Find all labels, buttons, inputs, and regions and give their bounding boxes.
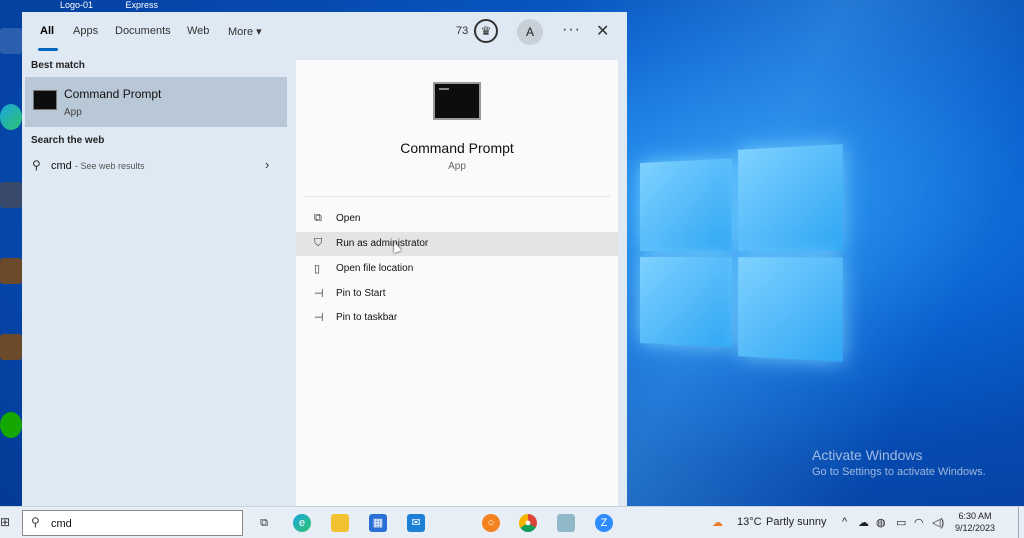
action-pin-to-taskbar[interactable]: ⊣ Pin to taskbar bbox=[296, 306, 618, 330]
tab-more[interactable]: More ▾ bbox=[228, 25, 262, 38]
activate-windows-watermark: Activate Windows Go to Settings to activ… bbox=[812, 447, 986, 478]
battery-icon[interactable]: ▭ bbox=[896, 516, 906, 529]
taskbar: ⊞ ⚲ ⧉ e ▦ ✉ ○ ● Z ☁ 13°C Partly sunny ^ … bbox=[0, 506, 1024, 538]
show-hidden-icons-icon[interactable]: ^ bbox=[842, 516, 847, 528]
system-clock[interactable]: 6:30 AM 9/12/2023 bbox=[955, 510, 995, 534]
desktop-label-logo[interactable]: Logo-01 bbox=[60, 0, 93, 10]
taskbar-search-box[interactable]: ⚲ bbox=[22, 510, 243, 536]
divider bbox=[304, 196, 610, 197]
avast-browser-icon[interactable]: ○ bbox=[482, 514, 500, 532]
edge-desktop-icon[interactable] bbox=[0, 104, 22, 130]
search-tabs-bar: All Apps Documents Web More ▾ 73 ♛ A ···… bbox=[22, 12, 627, 52]
avatar[interactable]: A bbox=[517, 19, 543, 45]
desktop-top-labels: Logo-01 Express bbox=[60, 0, 188, 10]
action-label: Open bbox=[336, 213, 361, 224]
edge-icon[interactable]: e bbox=[293, 514, 311, 532]
clock-date: 9/12/2023 bbox=[955, 523, 996, 533]
task-view-icon[interactable]: ⧉ bbox=[255, 514, 273, 532]
command-prompt-icon bbox=[433, 82, 481, 120]
open-icon: ⧉ bbox=[314, 212, 322, 224]
search-web-heading: Search the web bbox=[31, 135, 105, 146]
activate-subtitle: Go to Settings to activate Windows. bbox=[812, 466, 986, 478]
mail-icon[interactable]: ✉ bbox=[407, 514, 425, 532]
action-run-as-administrator[interactable]: ⛉ Run as administrator bbox=[296, 232, 618, 256]
file-explorer-icon[interactable] bbox=[331, 514, 349, 532]
store-icon[interactable]: ▦ bbox=[369, 514, 387, 532]
action-pin-to-start[interactable]: ⊣ Pin to Start bbox=[296, 282, 618, 306]
web-search-result[interactable]: ⚲ cmd - See web results › bbox=[25, 155, 287, 179]
weather-condition[interactable]: Partly sunny bbox=[766, 516, 827, 528]
start-search-panel: All Apps Documents Web More ▾ 73 ♛ A ···… bbox=[22, 12, 627, 506]
folder-icon: ▯ bbox=[314, 263, 321, 275]
windows-logo-icon bbox=[640, 144, 843, 362]
action-label: Pin to Start bbox=[336, 288, 386, 299]
pin-icon: ⊣ bbox=[314, 288, 324, 300]
show-desktop-button[interactable] bbox=[1018, 507, 1024, 538]
tab-all[interactable]: All bbox=[40, 25, 54, 37]
chrome-icon[interactable]: ● bbox=[519, 514, 537, 532]
wifi-icon[interactable]: ◠ bbox=[914, 516, 924, 529]
action-label: Open file location bbox=[336, 263, 414, 274]
trophy-icon[interactable]: ♛ bbox=[474, 19, 498, 43]
desktop-icons-strip bbox=[0, 0, 22, 506]
onedrive-icon[interactable]: ☁ bbox=[858, 516, 869, 529]
search-icon: ⚲ bbox=[32, 158, 41, 172]
tab-apps[interactable]: Apps bbox=[73, 25, 98, 37]
app-icon[interactable] bbox=[557, 514, 575, 532]
detail-title: Command Prompt bbox=[400, 140, 514, 156]
close-icon[interactable]: ✕ bbox=[596, 21, 609, 41]
pin-icon: ⊣ bbox=[314, 312, 324, 324]
detail-subtitle: App bbox=[448, 161, 466, 172]
volume-icon[interactable]: ◁) bbox=[932, 516, 944, 529]
action-label: Pin to taskbar bbox=[336, 312, 398, 323]
search-icon: ⚲ bbox=[31, 515, 40, 529]
best-match-item[interactable]: Command Prompt App bbox=[25, 77, 287, 127]
more-options-icon[interactable]: ··· bbox=[562, 21, 581, 39]
shield-icon: ⛉ bbox=[314, 237, 323, 249]
desktop-label-express[interactable]: Express bbox=[126, 0, 159, 10]
start-button-icon[interactable]: ⊞ bbox=[0, 515, 12, 529]
web-query: cmd bbox=[51, 160, 72, 172]
zoom-icon[interactable]: Z bbox=[595, 514, 613, 532]
command-prompt-icon bbox=[33, 90, 57, 110]
rewards-points: 73 bbox=[456, 25, 469, 37]
chevron-right-icon[interactable]: › bbox=[265, 157, 269, 172]
weather-temp[interactable]: 13°C bbox=[737, 516, 762, 528]
best-match-heading: Best match bbox=[31, 60, 85, 71]
web-hint: - See web results bbox=[75, 161, 145, 171]
chevron-down-icon: ▾ bbox=[256, 26, 262, 38]
taskbar-search-input[interactable] bbox=[51, 516, 231, 532]
detail-pane: Command Prompt App ⧉ Open ⛉ Run as admin… bbox=[296, 60, 618, 506]
best-match-title: Command Prompt bbox=[64, 87, 162, 101]
upwork-desktop-icon[interactable] bbox=[0, 412, 22, 438]
activate-title: Activate Windows bbox=[812, 447, 923, 463]
best-match-subtitle: App bbox=[64, 107, 82, 118]
tab-documents[interactable]: Documents bbox=[115, 25, 171, 37]
clock-time: 6:30 AM bbox=[958, 511, 992, 521]
burger-desktop-icon[interactable] bbox=[0, 334, 22, 360]
tab-web[interactable]: Web bbox=[187, 25, 209, 37]
sync-icon[interactable]: ◍ bbox=[876, 516, 886, 529]
action-open[interactable]: ⧉ Open bbox=[296, 207, 618, 231]
desktop-app-icon[interactable] bbox=[0, 28, 22, 54]
weather-icon[interactable]: ☁ bbox=[712, 516, 723, 529]
action-label: Run as administrator bbox=[336, 238, 429, 249]
active-tab-indicator bbox=[38, 48, 58, 51]
tab-more-label: More bbox=[228, 26, 254, 38]
desktop-app-icon[interactable] bbox=[0, 182, 22, 208]
burger-desktop-icon[interactable] bbox=[0, 258, 22, 284]
action-open-file-location[interactable]: ▯ Open file location bbox=[296, 257, 618, 281]
